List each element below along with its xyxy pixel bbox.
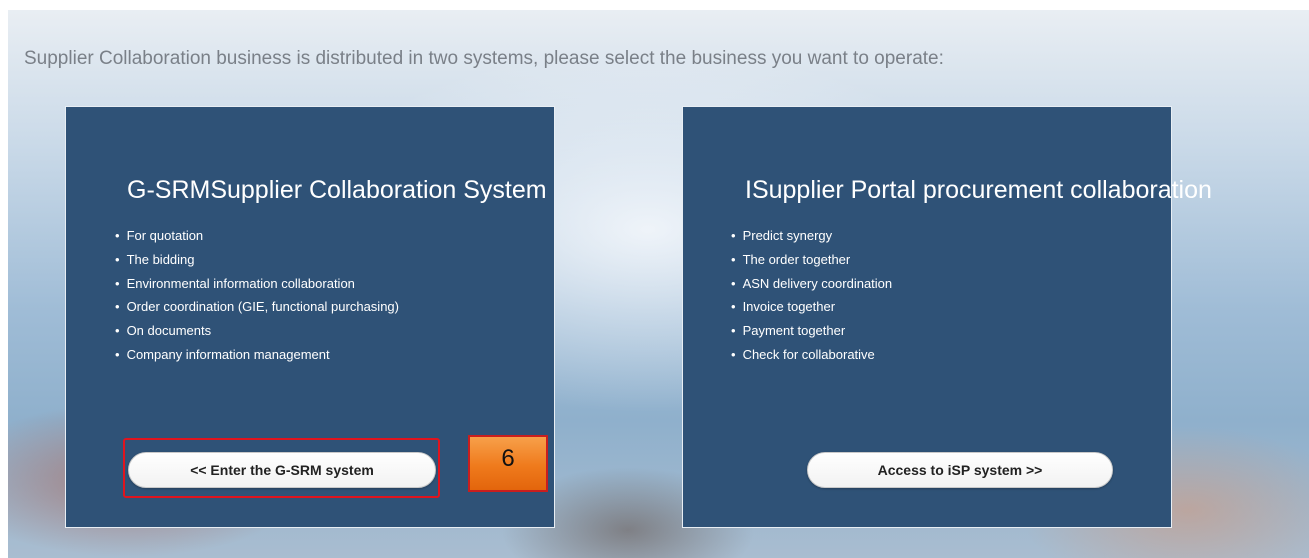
list-item: The bidding (115, 248, 399, 272)
list-item: Order coordination (GIE, functional purc… (115, 295, 399, 319)
enter-gsrm-button[interactable]: << Enter the G-SRM system (128, 452, 436, 488)
list-item: Environmental information collaboration (115, 272, 399, 296)
list-item: On documents (115, 319, 399, 343)
list-item: Predict synergy (731, 224, 892, 248)
step-number-badge: 6 (468, 435, 548, 492)
list-item: Invoice together (731, 295, 892, 319)
isp-feature-list: Predict synergy The order together ASN d… (731, 224, 893, 367)
list-item: Payment together (731, 319, 892, 343)
isp-panel-title: ISupplier Portal procurement collaborati… (745, 176, 1212, 204)
gsrm-panel-title: G-SRMSupplier Collaboration System (127, 176, 547, 204)
access-isp-button[interactable]: Access to iSP system >> (807, 452, 1113, 488)
selection-prompt: Supplier Collaboration business is distr… (24, 48, 944, 69)
gsrm-feature-list: For quotation The bidding Environmental … (115, 224, 399, 367)
list-item: Company information management (115, 343, 399, 367)
list-item: For quotation (115, 224, 399, 248)
list-item: The order together (731, 248, 892, 272)
list-item: Check for collaborative (731, 343, 892, 367)
list-item: ASN delivery coordination (731, 272, 893, 296)
